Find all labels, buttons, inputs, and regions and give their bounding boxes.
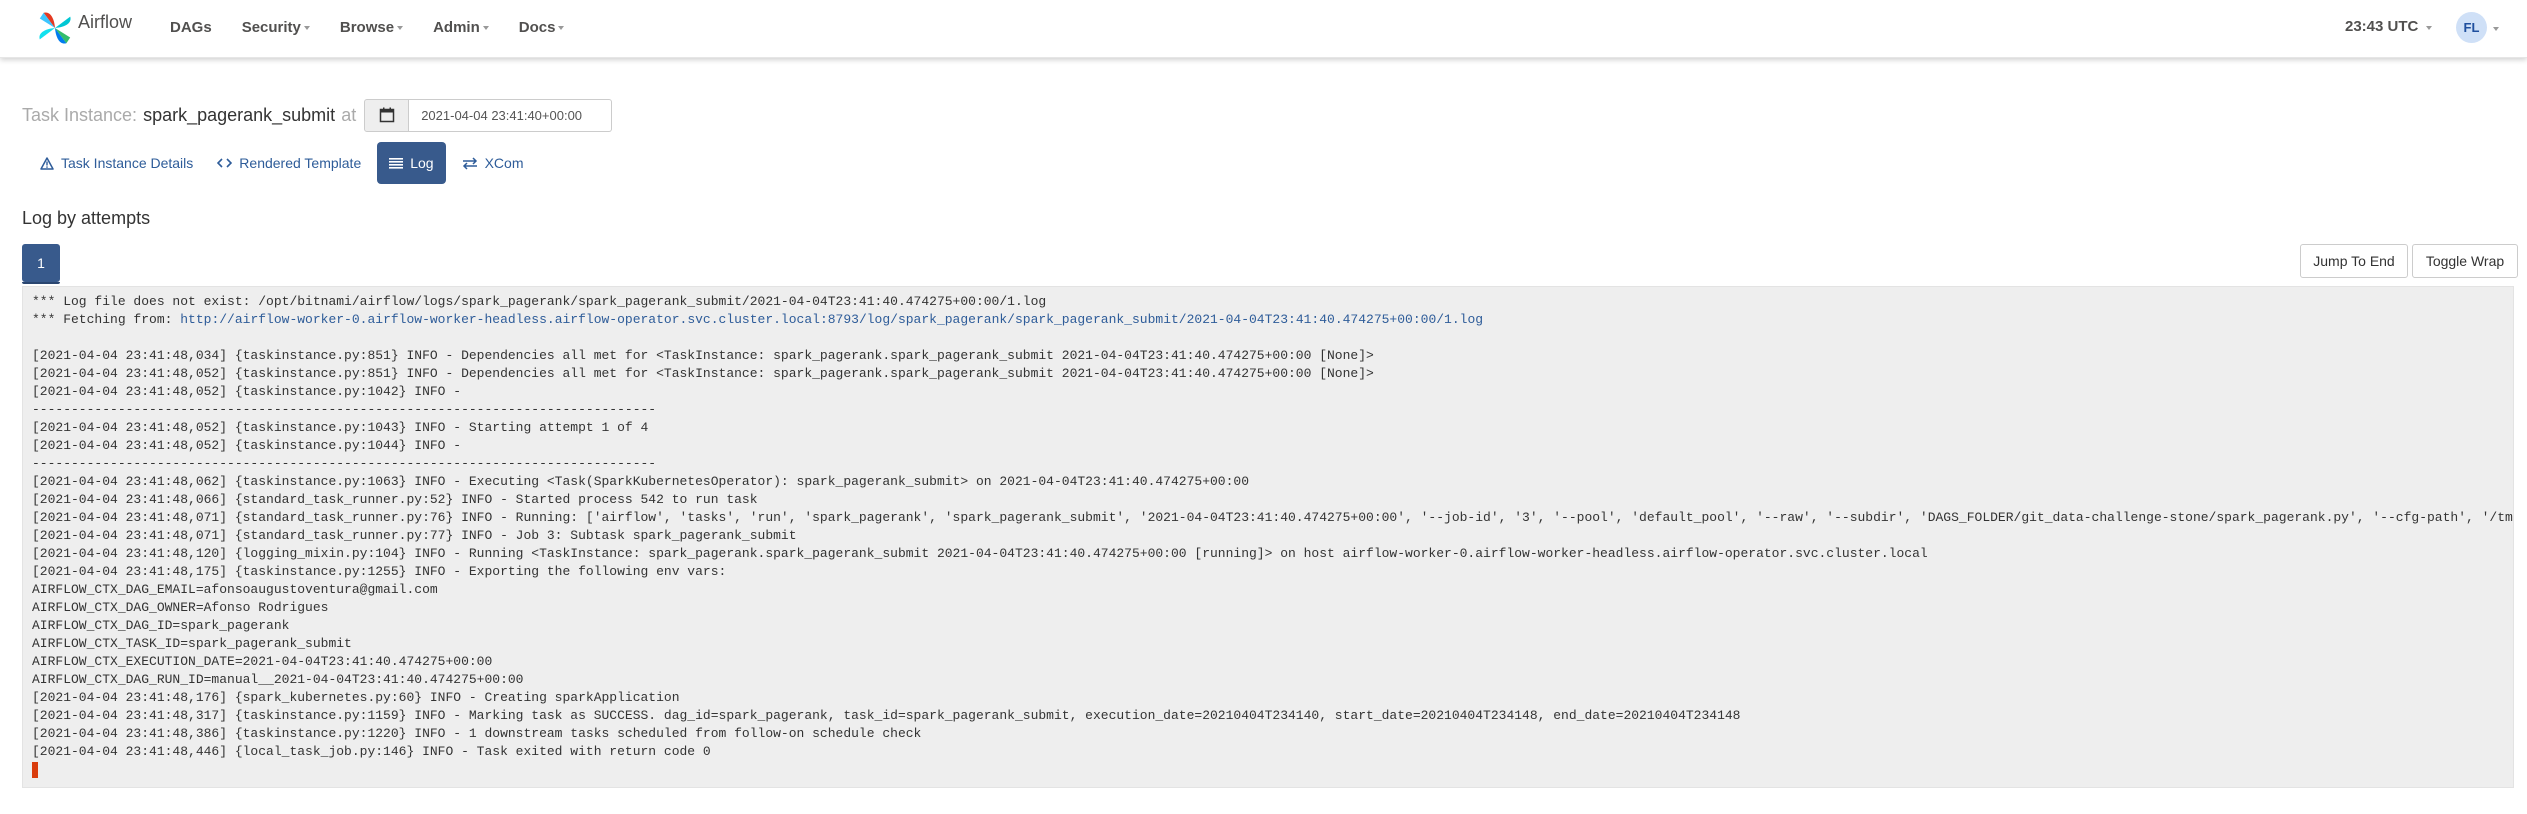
fetch-prefix: *** Fetching from: <box>32 312 181 327</box>
log-line: ----------------------------------------… <box>32 456 657 471</box>
log-line: AIRFLOW_CTX_DAG_RUN_ID=manual__2021-04-0… <box>32 672 524 687</box>
log-line: [2021-04-04 23:41:48,175] {taskinstance.… <box>32 564 727 579</box>
chevron-down-icon <box>558 26 565 30</box>
log-line: [2021-04-04 23:41:48,071] {standard_task… <box>32 528 797 543</box>
log-end-cursor <box>32 761 38 778</box>
nav-admin-label: Admin <box>433 18 480 36</box>
chevron-down-icon <box>397 26 404 30</box>
main-nav: DAGs Security Browse Admin Docs <box>170 0 594 54</box>
jump-to-end-button[interactable]: Jump To End <box>2300 244 2408 278</box>
log-line: [2021-04-04 23:41:48,176] {spark_kuberne… <box>32 690 680 705</box>
code-icon <box>217 158 233 168</box>
chevron-down-icon <box>2493 26 2499 31</box>
nav-dags-label: DAGs <box>170 18 212 36</box>
log-line-fetching: *** Fetching from: http://airflow-worker… <box>32 311 2513 329</box>
task-instance-tabs: Task Instance Details Rendered Template … <box>28 142 536 184</box>
nav-security-label: Security <box>241 18 301 36</box>
log-line: [2021-04-04 23:41:48,317] {taskinstance.… <box>32 708 1741 723</box>
log-line: [2021-04-04 23:41:48,052] {taskinstance.… <box>32 420 649 435</box>
chevron-down-icon <box>303 26 310 30</box>
brand-name: Airflow <box>78 11 133 32</box>
clock-text: 23:43 UTC <box>2345 18 2419 35</box>
nav-browse-label: Browse <box>339 18 395 36</box>
task-instance-header: Task Instance: spark_pagerank_submit at … <box>22 98 613 132</box>
chevron-down-icon <box>482 26 489 30</box>
log-line: [2021-04-04 23:41:48,034] {taskinstance.… <box>32 348 1374 363</box>
log-cursor-line <box>32 761 2513 779</box>
tab-label: Task Instance Details <box>61 155 194 171</box>
nav-admin[interactable]: Admin <box>433 19 489 36</box>
nav-security[interactable]: Security <box>242 19 310 36</box>
fetch-url-link[interactable]: http://airflow-worker-0.airflow-worker-h… <box>180 312 1483 327</box>
tab-label: Log <box>410 155 434 171</box>
utc-clock-dropdown[interactable]: 23:43 UTC <box>2345 18 2433 35</box>
log-output-panel[interactable]: *** Log file does not exist: /opt/bitnam… <box>22 286 2514 788</box>
tab-rendered-template[interactable]: Rendered Template <box>205 142 373 184</box>
log-line: ----------------------------------------… <box>32 402 657 417</box>
execution-date-input[interactable]: 2021-04-04 23:41:40+00:00 <box>409 98 613 132</box>
tab-label: Rendered Template <box>239 155 362 171</box>
log-line: [2021-04-04 23:41:48,120] {logging_mixin… <box>32 546 1928 561</box>
tab-log[interactable]: Log <box>377 142 446 184</box>
tab-task-instance-details[interactable]: Task Instance Details <box>28 142 205 184</box>
user-menu[interactable]: FL <box>2456 12 2499 43</box>
log-line: [2021-04-04 23:41:48,052] {taskinstance.… <box>32 438 469 453</box>
avatar: FL <box>2456 12 2487 43</box>
log-line: [2021-04-04 23:41:48,062] {taskinstance.… <box>32 474 1249 489</box>
log-line: [2021-04-04 23:41:48,386] {taskinstance.… <box>32 726 922 741</box>
task-id-title: spark_pagerank_submit <box>143 104 336 125</box>
nav-dags[interactable]: DAGs <box>170 19 212 36</box>
log-line: *** Log file does not exist: /opt/bitnam… <box>32 294 1047 309</box>
log-by-attempts-title: Log by attempts <box>22 208 151 228</box>
log-line: [2021-04-04 23:41:48,052] {taskinstance.… <box>32 384 469 399</box>
exchange-icon <box>462 156 477 170</box>
top-navbar: Airflow DAGs Security Browse Admin Docs … <box>0 0 2527 58</box>
calendar-icon <box>379 107 394 123</box>
tab-xcom[interactable]: XCom <box>450 142 536 184</box>
warning-triangle-icon <box>40 156 54 170</box>
list-icon <box>389 158 404 169</box>
at-label: at <box>341 104 357 125</box>
toggle-wrap-button[interactable]: Toggle Wrap <box>2412 244 2518 278</box>
airflow-pinwheel-icon <box>39 12 71 44</box>
log-line: [2021-04-04 23:41:48,071] {standard_task… <box>32 510 2514 525</box>
log-line: AIRFLOW_CTX_DAG_ID=spark_pagerank <box>32 618 290 633</box>
log-lines: *** Log file does not exist: /opt/bitnam… <box>32 293 2514 779</box>
log-line: AIRFLOW_CTX_DAG_EMAIL=afonsoaugustoventu… <box>32 582 438 597</box>
log-line: [2021-04-04 23:41:48,066] {standard_task… <box>32 492 758 507</box>
task-instance-label: Task Instance: <box>22 104 138 125</box>
chevron-down-icon <box>2426 25 2433 30</box>
nav-browse[interactable]: Browse <box>339 18 404 36</box>
brand-logo[interactable]: Airflow <box>36 6 132 50</box>
log-line: AIRFLOW_CTX_EXECUTION_DATE=2021-04-04T23… <box>32 654 493 669</box>
log-line: [2021-04-04 23:41:48,446] {local_task_jo… <box>32 744 711 759</box>
calendar-button[interactable] <box>364 98 410 132</box>
attempt-1-button[interactable]: 1 <box>22 244 60 284</box>
tab-label: XCom <box>484 155 524 171</box>
nav-docs-label: Docs <box>518 18 556 36</box>
log-line: AIRFLOW_CTX_DAG_OWNER=Afonso Rodrigues <box>32 600 329 615</box>
log-line: AIRFLOW_CTX_TASK_ID=spark_pagerank_submi… <box>32 636 352 651</box>
nav-docs[interactable]: Docs <box>519 19 565 36</box>
log-line: [2021-04-04 23:41:48,052] {taskinstance.… <box>32 366 1374 381</box>
